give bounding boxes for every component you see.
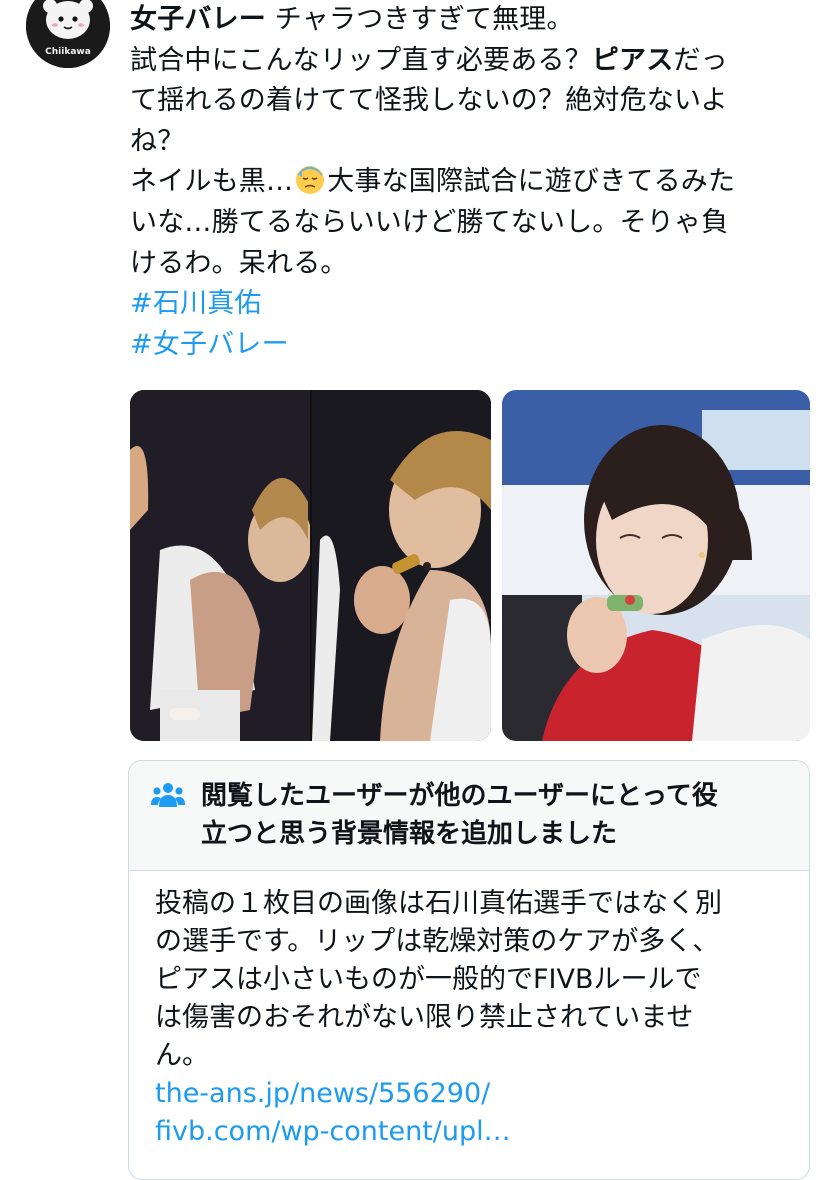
tweet-text: 女子バレー チャラつきすぎて無理。 試合中にこんなリップ直す必要ある？ピアスだっ… bbox=[130, 0, 802, 365]
tweet-line: ネイルも黒… 大事な国際試合に遊びきてるみた bbox=[130, 162, 802, 203]
tweet-line-text: ネイルも黒… bbox=[130, 166, 294, 198]
source-link[interactable]: the-ans.jp/news/556290/ bbox=[155, 1075, 795, 1113]
people-icon bbox=[151, 783, 185, 807]
tweet-topic: 女子バレー bbox=[130, 4, 266, 35]
note-title-line: 立つと思う背景情報を追加しました bbox=[201, 819, 618, 849]
tweet-line: いな…勝てるならいいけど勝てないし。そりゃ負 bbox=[130, 206, 729, 238]
note-body-line: ん。 bbox=[155, 1040, 209, 1071]
tweet-photo-1[interactable] bbox=[130, 390, 491, 741]
community-note[interactable]: 閲覧したユーザーが他のユーザーにとって役 立つと思う背景情報を追加しました 投稿… bbox=[128, 760, 810, 1180]
media-grid bbox=[130, 390, 810, 741]
note-body-line: は傷害のおそれがない限り禁止されていませ bbox=[155, 1002, 694, 1033]
tweet-line: て揺れるの着けてて怪我しないの？絶対危ないよ bbox=[130, 85, 728, 117]
hashtag-link[interactable]: #女子バレー bbox=[130, 325, 802, 366]
tweet-line: 試合中にこんなリップ直す必要ある？ピアスだっ bbox=[130, 41, 802, 82]
tweet-line: 女子バレー チャラつきすぎて無理。 bbox=[130, 0, 802, 41]
source-link[interactable]: fivb.com/wp-content/upl… bbox=[155, 1113, 795, 1151]
tweet-bold-word: ピアス bbox=[591, 44, 674, 76]
hashtag-link[interactable]: #石川真佑 bbox=[130, 284, 802, 325]
community-note-title: 閲覧したユーザーが他のユーザーにとって役 立つと思う背景情報を追加しました bbox=[201, 777, 801, 853]
tweet-line-text: だっ bbox=[673, 44, 728, 76]
avatar[interactable]: Chiikawa bbox=[26, 0, 110, 68]
note-body-line: の選手です。リップは乾燥対策のケアが多く、 bbox=[155, 926, 720, 957]
downcast-face-with-sweat-icon bbox=[296, 166, 325, 195]
note-title-line: 閲覧したユーザーが他のユーザーにとって役 bbox=[201, 781, 718, 811]
tweet-line-text: チャラつきすぎて無理。 bbox=[266, 4, 574, 35]
tweet-line-text: 大事な国際試合に遊びきてるみた bbox=[327, 166, 736, 198]
avatar-logo-text: Chiikawa bbox=[45, 47, 91, 57]
note-body-line: ピアスは小さいものが一般的でFIVBルールで bbox=[155, 964, 702, 995]
community-note-header: 閲覧したユーザーが他のユーザーにとって役 立つと思う背景情報を追加しました bbox=[129, 761, 809, 871]
note-body-line: 投稿の１枚目の画像は石川真佑選手ではなく別 bbox=[155, 888, 722, 919]
tweet-line: けるわ。呆れる。 bbox=[130, 247, 348, 279]
community-note-body: 投稿の１枚目の画像は石川真佑選手ではなく別 の選手です。リップは乾燥対策のケアが… bbox=[155, 885, 795, 1151]
tweet-line: ね？ bbox=[130, 125, 185, 157]
tweet-photo-2[interactable] bbox=[502, 390, 810, 741]
tweet-line-text: 試合中にこんなリップ直す必要ある？ bbox=[130, 44, 592, 76]
